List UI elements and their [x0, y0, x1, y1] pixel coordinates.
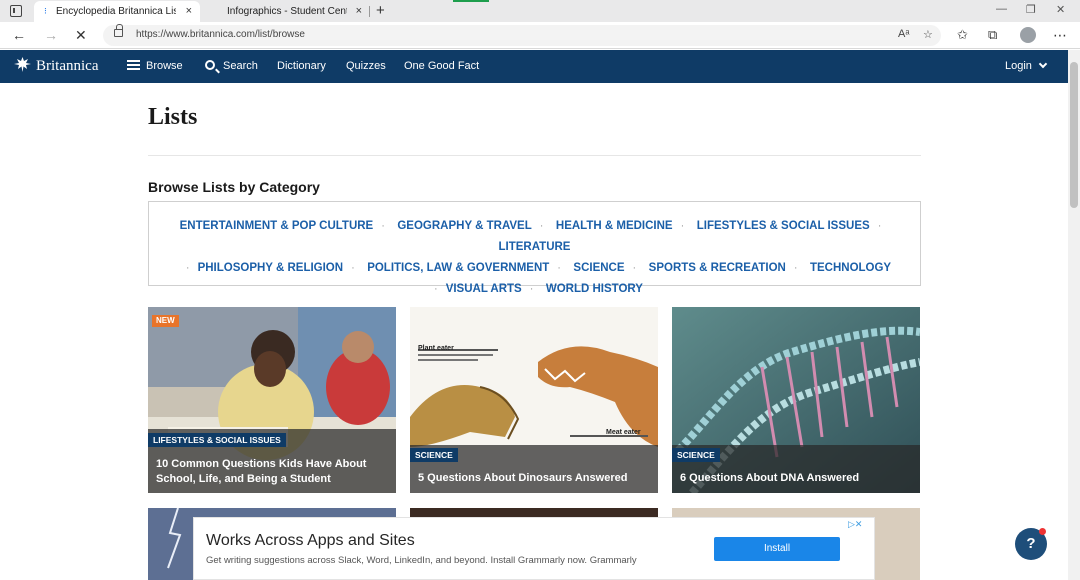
tab-separator [369, 6, 370, 17]
login-label: Login [1005, 60, 1032, 72]
category-link[interactable]: POLITICS, LAW & GOVERNMENT [367, 262, 549, 274]
nav-label: Browse [146, 60, 183, 72]
page-scrollbar[interactable] [1068, 50, 1080, 580]
category-link[interactable]: LIFESTYLES & SOCIAL ISSUES [697, 220, 870, 232]
nav-quizzes[interactable]: Quizzes [346, 60, 386, 72]
chevron-down-icon [1038, 59, 1048, 69]
stop-loading-icon[interactable]: ✕ [75, 27, 87, 44]
category-link[interactable]: WORLD HISTORY [546, 283, 643, 295]
list-card[interactable]: Plant eater Meat eater SCIENCE 5 Questio… [410, 307, 658, 493]
login-button[interactable]: Login [1005, 59, 1048, 72]
favorites-icon[interactable]: ✩ [957, 27, 968, 43]
help-chat-button[interactable]: ? [1015, 528, 1047, 560]
nav-browse[interactable]: Browse [127, 60, 183, 72]
profile-avatar[interactable] [1020, 27, 1036, 43]
ad-title: Works Across Apps and Sites [206, 532, 415, 549]
site-navigation: Britannica Browse Search Dictionary Quiz… [0, 50, 1068, 83]
menu-icon [127, 60, 140, 70]
separator-dot: · [351, 262, 355, 274]
new-tab-button[interactable]: + [376, 2, 385, 19]
category-link[interactable]: PHILOSOPHY & RELIGION [198, 262, 343, 274]
separator-dot: · [434, 283, 438, 295]
maximize-icon[interactable]: ❐ [1026, 3, 1036, 16]
back-icon[interactable]: ← [12, 27, 26, 43]
page-title: Lists [148, 104, 198, 130]
list-card[interactable]: NEW LIFESTYLES & SOCIAL ISSUES 10 Common… [148, 307, 396, 493]
category-link[interactable]: GEOGRAPHY & TRAVEL [397, 220, 531, 232]
category-link[interactable]: ENTERTAINMENT & POP CULTURE [180, 220, 374, 232]
nav-search[interactable]: Search [205, 60, 258, 72]
nav-label: Search [223, 60, 258, 72]
read-aloud-icon[interactable]: Aᵃ [898, 28, 909, 40]
tab-group-indicator [453, 0, 489, 2]
separator-dot: · [877, 220, 882, 232]
close-tab-icon[interactable]: × [356, 1, 362, 22]
minimize-icon[interactable]: — [996, 3, 1007, 15]
divider [148, 155, 921, 156]
tab-title: Encyclopedia Britannica Lists | Br [56, 6, 176, 17]
category-link[interactable]: TECHNOLOGY [810, 262, 891, 274]
scrollbar-thumb[interactable] [1070, 62, 1078, 208]
url-input[interactable]: https://www.britannica.com/list/browse A… [103, 24, 941, 46]
card-title[interactable]: 5 Questions About Dinosaurs Answered [418, 471, 650, 486]
category-link[interactable]: SPORTS & RECREATION [649, 262, 786, 274]
separator-dot: · [539, 220, 544, 232]
card-category-label[interactable]: SCIENCE [410, 448, 458, 462]
close-window-icon[interactable]: ✕ [1056, 3, 1065, 16]
card-title[interactable]: 10 Common Questions Kids Have About Scho… [156, 457, 388, 487]
dinosaur-caption-plant: Plant eater [418, 345, 454, 352]
separator-dot: · [381, 220, 385, 232]
nav-one-good-fact[interactable]: One Good Fact [404, 60, 479, 72]
lock-icon[interactable] [114, 24, 123, 37]
browser-tab-inactive[interactable]: Infographics - Student Center | B × [200, 1, 370, 22]
separator-dot: · [557, 262, 561, 274]
separator-dot: · [185, 262, 190, 274]
ad-install-button[interactable]: Install [714, 537, 840, 561]
help-icon: ? [1026, 535, 1036, 552]
ad-choices-icon[interactable]: ▷✕ [848, 519, 862, 530]
card-category-label[interactable]: SCIENCE [672, 448, 720, 462]
grammarly-ad[interactable]: Works Across Apps and Sites Get writing … [193, 517, 875, 580]
nav-dictionary[interactable]: Dictionary [277, 60, 326, 72]
search-icon [205, 60, 215, 70]
more-options-icon[interactable]: ⋯ [1053, 27, 1067, 44]
tab-title: Infographics - Student Center | B [227, 6, 347, 17]
thistle-logo-icon [14, 57, 31, 72]
dinosaur-caption-meat: Meat eater [606, 429, 641, 436]
separator-dot: · [529, 283, 534, 295]
list-card[interactable]: SCIENCE 6 Questions About DNA Answered [672, 307, 920, 493]
notification-dot [1039, 528, 1046, 535]
logo-text: Britannica [36, 58, 99, 74]
close-tab-icon[interactable]: × [186, 1, 192, 22]
category-link[interactable]: VISUAL ARTS [446, 283, 522, 295]
card-category-label[interactable]: LIFESTYLES & SOCIAL ISSUES [148, 433, 286, 447]
ad-description: Get writing suggestions across Slack, Wo… [206, 555, 637, 566]
collections-icon[interactable]: ⧉ [988, 27, 997, 43]
category-link[interactable]: LITERATURE [499, 241, 571, 253]
card-title[interactable]: 6 Questions About DNA Answered [680, 471, 912, 486]
url-text: https://www.britannica.com/list/browse [136, 29, 305, 40]
separator-dot: · [632, 262, 637, 274]
favorite-add-icon[interactable]: ☆ [923, 28, 933, 41]
loading-icon: ⁝ [44, 6, 47, 16]
forward-icon[interactable]: → [44, 27, 58, 43]
category-list: ENTERTAINMENT & POP CULTURE · GEOGRAPHY &… [148, 201, 921, 295]
tab-actions-icon[interactable] [10, 5, 22, 17]
browser-tab-active[interactable]: ⁝ Encyclopedia Britannica Lists | Br × [34, 1, 200, 22]
britannica-logo[interactable]: Britannica [14, 57, 98, 75]
address-bar-row: ← → ✕ https://www.britannica.com/list/br… [0, 22, 1080, 49]
separator-dot: · [793, 262, 798, 274]
category-link[interactable]: HEALTH & MEDICINE [556, 220, 673, 232]
browser-tab-bar: ⁝ Encyclopedia Britannica Lists | Br × In… [0, 0, 1080, 22]
separator-dot: · [680, 220, 685, 232]
section-title: Browse Lists by Category [148, 179, 320, 195]
new-badge: NEW [152, 315, 179, 327]
category-link[interactable]: SCIENCE [573, 262, 624, 274]
